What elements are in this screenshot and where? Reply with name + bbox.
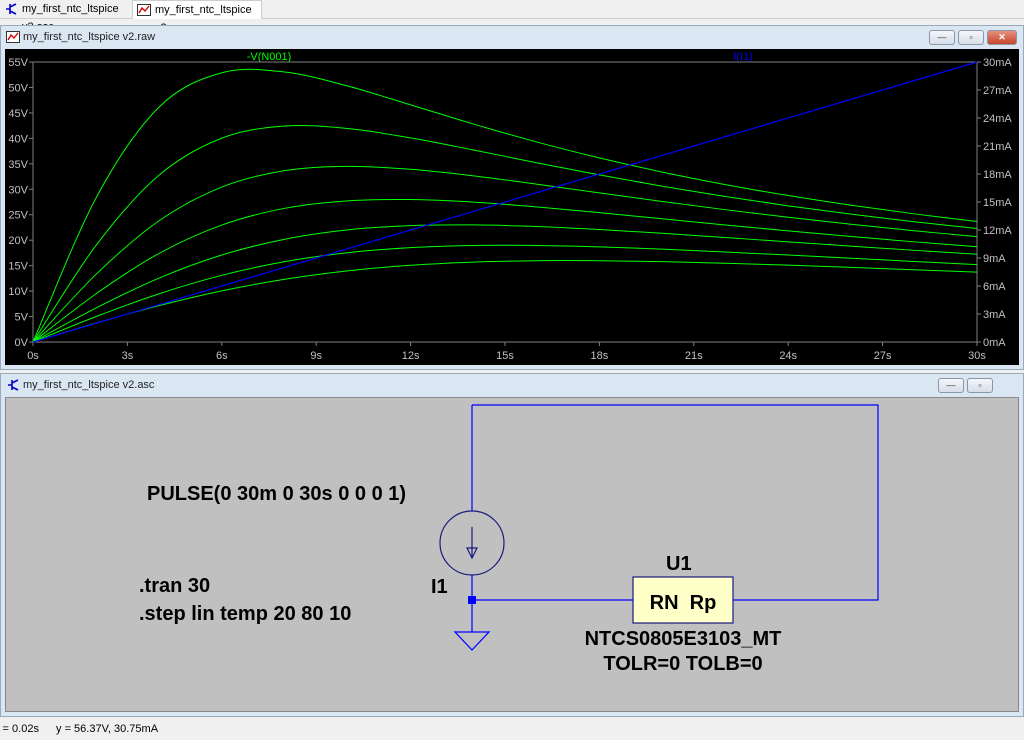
x-tick-label: 9s: [310, 350, 322, 362]
voltage-trace: [32, 68, 978, 343]
y-left-tick-label: 35V: [8, 159, 28, 171]
y-right-tick-label: 18mA: [983, 169, 1012, 181]
y-left-tick-label: 40V: [8, 133, 28, 145]
x-tick-label: 27s: [874, 350, 892, 362]
y-left-tick-label: 45V: [8, 108, 28, 120]
component-params-label[interactable]: TOLR=0 TOLB=0: [603, 653, 762, 675]
minimize-button[interactable]: —: [929, 30, 955, 45]
y-left-tick-label: 50V: [8, 82, 28, 94]
x-tick-label: 3s: [122, 350, 134, 362]
x-tick-label: 18s: [591, 350, 609, 362]
junction-node: [468, 596, 476, 604]
plot-pane[interactable]: -V(N001) I(I1) 0V 5V 10V 15V 20V 25V 30V 35V 40V…: [5, 49, 1019, 365]
y-right-tick-label: 30mA: [983, 57, 1012, 69]
x-tick-label: 15s: [496, 350, 514, 362]
y-left-tick-label: 30V: [8, 184, 28, 196]
ground-symbol[interactable]: [453, 631, 491, 651]
voltage-trace: [32, 198, 978, 343]
window-title: my_first_ntc_ltspice v2.asc: [23, 379, 155, 391]
close-button[interactable]: ✕: [987, 30, 1017, 45]
y-right-tick-label: 27mA: [983, 85, 1012, 97]
y-right-tick-label: 15mA: [983, 197, 1012, 209]
minimize-button[interactable]: —: [938, 378, 964, 393]
source-name-label[interactable]: I1: [431, 576, 448, 598]
tab-schematic[interactable]: my_first_ntc_ltspice v2.asc: [0, 0, 130, 33]
y-left-tick-label: 10V: [8, 286, 28, 298]
waveform-chart[interactable]: -V(N001) I(I1) 0V 5V 10V 15V 20V 25V 30V 35V 40V…: [5, 49, 1019, 367]
component-name-label[interactable]: U1: [666, 553, 692, 575]
x-tick-label: 24s: [779, 350, 797, 362]
step-directive[interactable]: .step lin temp 20 80 10: [139, 603, 351, 625]
current-source-symbol[interactable]: [439, 510, 505, 576]
y-left-tick-label: 0V: [15, 337, 29, 349]
cursor-y-readout: y = 56.37V, 30.75mA: [56, 723, 159, 735]
voltage-trace: [32, 244, 978, 343]
x-tick-label: 12s: [402, 350, 420, 362]
y-right-tick-label: 12mA: [983, 225, 1012, 237]
y-left-tick-label: 25V: [8, 210, 28, 222]
waveform-window: my_first_ntc_ltspice v2.raw — ▫ ✕ -V(N00…: [0, 25, 1024, 370]
y-right-tick-label: 6mA: [983, 281, 1006, 293]
y-left-tick-label: 55V: [8, 57, 28, 69]
status-bar: x = 0.02s y = 56.37V, 30.75mA: [0, 718, 1024, 740]
schematic-drawing[interactable]: PULSE(0 30m 0 30s 0 0 0 1) I1 .tran 30 .…: [1, 398, 1015, 714]
schematic-icon: [6, 3, 17, 15]
trace-label-voltage[interactable]: -V(N001): [247, 51, 292, 63]
schematic-icon: [8, 379, 19, 391]
x-tick-label: 21s: [685, 350, 703, 362]
tab-waveform[interactable]: my_first_ntc_ltspice v2.raw: [132, 0, 262, 34]
trace-label-current[interactable]: I(I1): [733, 51, 753, 63]
voltage-trace: [32, 224, 978, 343]
restore-button[interactable]: ▫: [958, 30, 984, 45]
voltage-trace: [32, 260, 978, 343]
tran-directive[interactable]: .tran 30: [139, 575, 210, 597]
voltage-trace: [32, 124, 978, 343]
source-value-label[interactable]: PULSE(0 30m 0 30s 0 0 0 1): [147, 483, 406, 505]
cursor-x-readout: x = 0.02s: [0, 723, 39, 735]
schematic-canvas[interactable]: PULSE(0 30m 0 30s 0 0 0 1) I1 .tran 30 .…: [5, 397, 1019, 712]
schematic-window: my_first_ntc_ltspice v2.asc — ▫ PULSE(0 …: [0, 373, 1024, 717]
restore-button[interactable]: ▫: [967, 378, 993, 393]
waveform-icon: [137, 4, 151, 16]
current-trace: [32, 61, 978, 343]
y-right-tick-label: 24mA: [983, 113, 1012, 125]
x-tick-label: 30s: [968, 350, 986, 362]
window-title: my_first_ntc_ltspice v2.raw: [23, 31, 156, 43]
y-left-tick-label: 20V: [8, 235, 28, 247]
voltage-trace: [32, 165, 978, 343]
document-tab-bar: my_first_ntc_ltspice v2.asc my_first_ntc…: [0, 0, 1024, 34]
y-left-tick-label: 5V: [15, 312, 29, 324]
component-model-label[interactable]: NTCS0805E3103_MT: [585, 628, 782, 650]
y-left-tick-label: 15V: [8, 261, 28, 273]
y-right-tick-label: 0mA: [983, 337, 1006, 349]
y-right-tick-label: 9mA: [983, 253, 1006, 265]
y-right-tick-label: 3mA: [983, 309, 1006, 321]
component-pins-label: RN Rp: [650, 592, 717, 614]
x-tick-label: 0s: [27, 350, 39, 362]
window-title-bar[interactable]: my_first_ntc_ltspice v2.raw — ▫ ✕: [1, 26, 1023, 48]
waveform-icon: [6, 31, 20, 43]
window-title-bar[interactable]: my_first_ntc_ltspice v2.asc — ▫: [1, 374, 1023, 396]
y-right-tick-label: 21mA: [983, 141, 1012, 153]
x-tick-label: 6s: [216, 350, 228, 362]
